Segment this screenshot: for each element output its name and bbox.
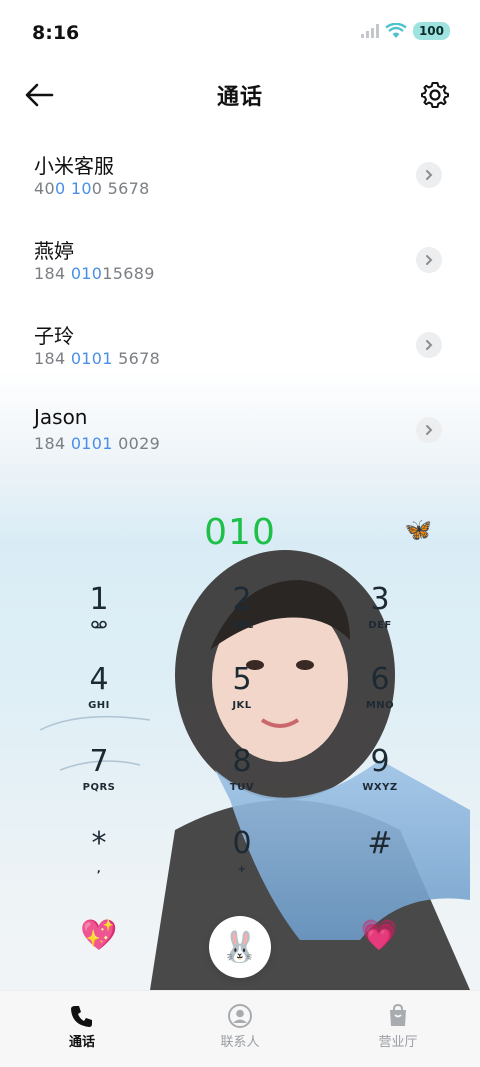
key-6[interactable]: 6 MNO [325,660,435,732]
status-bar: 8:16 100 [0,0,480,66]
key-3[interactable]: 3 DEF [325,580,435,652]
nav-tab-contacts[interactable]: 联系人 [185,1003,295,1050]
contact-row[interactable]: 燕婷 184 01015689 [0,215,480,300]
chevron-right-icon[interactable] [416,417,442,443]
chevron-right-icon[interactable] [416,332,442,358]
contact-name: 子玲 [34,324,74,348]
key-7[interactable]: 7 PQRS [44,742,154,814]
key-8[interactable]: 8 TUV [187,742,297,814]
key-star[interactable]: * , [44,824,154,896]
phone-screen: 8:16 100 通话 小米客服 400 100 5678 燕婷 184 010… [0,0,480,1067]
key-5[interactable]: 5 JKL [187,660,297,732]
nav-tab-calls[interactable]: 通话 [27,1003,137,1050]
status-icons: 100 [360,22,450,40]
chevron-right-icon[interactable] [416,162,442,188]
contact-name: 小米客服 [34,154,114,178]
phone-icon [71,1006,92,1027]
contact-row[interactable]: 子玲 184 0101 5678 [0,300,480,385]
contact-number: 184 01015689 [34,264,155,283]
store-icon [390,1003,406,1026]
contact-number: 184 0101 5678 [34,349,161,368]
page-title: 通话 [216,85,263,110]
nav-tab-store[interactable]: 营业厅 [343,1003,453,1050]
status-time: 8:16 [32,22,80,44]
contact-number: 400 100 5678 [34,179,150,198]
battery-indicator: 100 [412,22,450,40]
sparkle-heart-icon[interactable]: 💖 [80,918,117,953]
call-button[interactable]: 🐰 [209,916,271,978]
key-1[interactable]: 1 [44,580,154,652]
chevron-right-icon[interactable] [416,247,442,273]
contact-row[interactable]: Jason 184 0101 0029 [0,385,480,470]
contacts-icon [228,1004,252,1028]
key-hash[interactable]: # [325,824,435,896]
contact-name: Jason [34,405,88,429]
contact-number: 184 0101 0029 [34,434,161,453]
key-2[interactable]: 2 ABC [187,580,297,652]
contact-name: 燕婷 [34,239,74,263]
contact-row[interactable]: 小米客服 400 100 5678 [0,130,480,215]
butterfly-icon[interactable]: 🦋 [405,518,432,543]
key-0[interactable]: 0 + [187,824,297,896]
bottom-navigation: 通话 联系人 营业厅 [0,990,480,1067]
header-bar: 通话 [0,66,480,124]
key-9[interactable]: 9 WXYZ [325,742,435,814]
gear-icon[interactable] [420,80,450,110]
bunny-headphones-icon: 🐰 [221,929,259,965]
pink-heart-icon[interactable]: 💗 [361,918,398,953]
key-4[interactable]: 4 GHI [44,660,154,732]
wifi-icon [385,23,407,38]
contact-suggestion-list: 小米客服 400 100 5678 燕婷 184 01015689 子玲 184… [0,130,480,470]
voicemail-icon [91,620,107,629]
signal-icon [360,24,379,38]
